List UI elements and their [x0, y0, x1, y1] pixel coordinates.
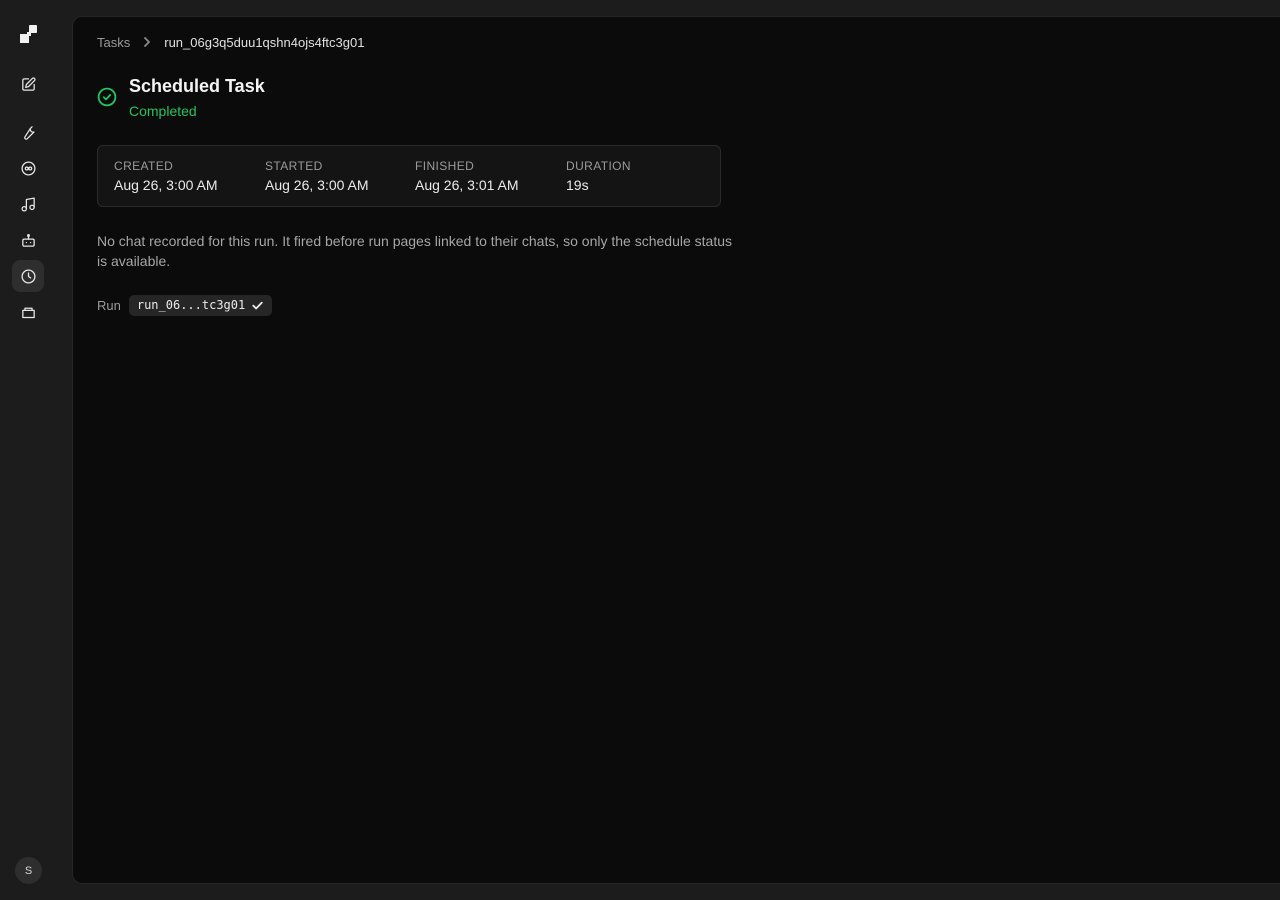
files-button[interactable]: [12, 296, 44, 328]
tools-icon: [23, 125, 35, 140]
music-icon: [20, 196, 35, 212]
page-title: Scheduled Task: [129, 76, 265, 96]
models-icon: [20, 160, 36, 176]
main-panel: Tasks run_06g3q5duu1qshn4ojs4ftc3g01 Sch…: [72, 16, 1280, 884]
meta-started: STARTED Aug 26, 3:00 AM: [265, 159, 369, 193]
run-row: Run run_06...tc3g01: [97, 294, 273, 316]
meta-value: Aug 26, 3:00 AM: [265, 177, 369, 193]
meta-label: DURATION: [566, 159, 631, 173]
meta-value: Aug 26, 3:01 AM: [415, 177, 519, 193]
status-label: Completed: [129, 103, 197, 119]
music-button[interactable]: [12, 188, 44, 220]
meta-label: FINISHED: [415, 159, 475, 173]
models-button[interactable]: [12, 152, 44, 184]
check-icon: [251, 299, 264, 312]
logo-icon[interactable]: [18, 24, 38, 44]
breadcrumb: Tasks run_06g3q5duu1qshn4ojs4ftc3g01: [97, 33, 364, 51]
meta-created: CREATED Aug 26, 3:00 AM: [114, 159, 218, 193]
scheduled-tasks-button[interactable]: [12, 260, 44, 292]
chevron-right-icon: [135, 35, 159, 49]
run-label: Run: [97, 297, 121, 313]
breadcrumb-current: run_06g3q5duu1qshn4ojs4ftc3g01: [164, 34, 365, 50]
meta-label: STARTED: [265, 159, 323, 173]
folder-icon: [21, 307, 35, 318]
sidebar-rail: S: [0, 0, 57, 900]
copy-run-id-button[interactable]: run_06...tc3g01: [128, 294, 273, 316]
meta-duration: DURATION 19s: [566, 159, 631, 193]
meta-label: CREATED: [114, 159, 174, 173]
run-id: run_06...tc3g01: [136, 298, 246, 312]
avatar[interactable]: S: [15, 857, 42, 884]
agents-button[interactable]: [12, 224, 44, 256]
bot-icon: [21, 233, 35, 247]
new-chat-button[interactable]: [12, 68, 44, 100]
clock-icon: [20, 268, 36, 284]
meta-finished: FINISHED Aug 26, 3:01 AM: [415, 159, 519, 193]
check-circle-icon: [97, 87, 117, 107]
meta-value: Aug 26, 3:00 AM: [114, 177, 218, 193]
meta-value: 19s: [566, 177, 589, 193]
new-chat-icon: [21, 76, 36, 91]
tools-button[interactable]: [12, 116, 44, 148]
run-metadata-card: CREATED Aug 26, 3:00 AM STARTED Aug 26, …: [97, 145, 721, 207]
breadcrumb-tasks-link[interactable]: Tasks: [97, 35, 130, 50]
no-chat-note: No chat recorded for this run. It fired …: [97, 233, 733, 269]
